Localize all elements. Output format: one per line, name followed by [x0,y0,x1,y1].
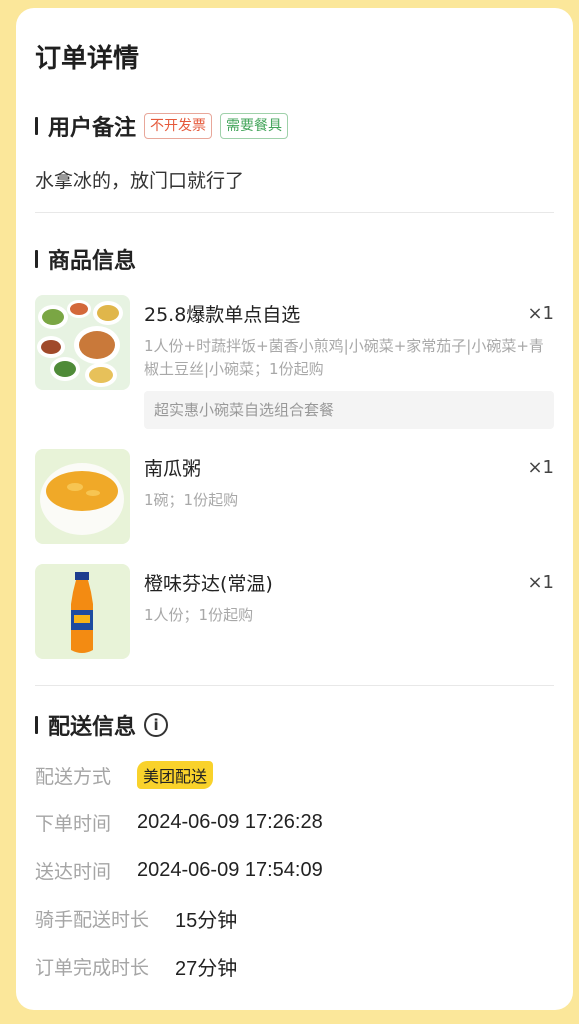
delivery-method-badge: 美团配送 [137,761,214,789]
info-icon[interactable]: i [144,713,169,737]
section-bar [35,716,38,734]
row-value: 2024-06-09 17:54:09 [137,859,323,881]
item-promo: 超实惠小碗菜自选组合套餐 [144,391,554,429]
item-name: 橙味芬达(常温) [144,573,273,595]
divider [35,212,554,213]
item-quantity: ×1 [527,303,554,324]
remarks-title: 用户备注 [48,116,137,141]
row-label: 送达时间 [35,861,112,883]
item-description: 1人份+时蔬拌饭+菌香小煎鸡|小碗菜+家常茄子|小碗菜+青椒土豆丝|小碗菜；1份… [144,337,544,378]
row-value: 2024-06-09 17:26:28 [137,811,323,833]
item-quantity: ×1 [527,572,554,593]
pumpkin-porridge-image [35,449,130,544]
row-label: 订单完成时长 [35,957,150,979]
delivery-title: 配送信息 [48,715,137,740]
dish-image [35,295,130,390]
item-description: 1人份；1份起购 [144,606,254,624]
remarks-section-header: 用户备注 不开发票 需要餐具 [35,110,289,142]
divider [35,685,554,686]
goods-title: 商品信息 [48,249,137,274]
order-detail-card: 订单详情 用户备注 不开发票 需要餐具 水拿冰的，放门口就行了 商品信息 25.… [16,8,573,1010]
order-time-row: 下单时间 2024-06-09 17:26:28 [35,809,323,836]
goods-item[interactable]: 南瓜粥 ×1 1碗；1份起购 [35,449,554,544]
delivered-time-row: 送达时间 2024-06-09 17:54:09 [35,857,323,884]
section-bar [35,117,38,135]
goods-item[interactable]: 25.8爆款单点自选 ×1 1人份+时蔬拌饭+菌香小煎鸡|小碗菜+家常茄子|小碗… [35,295,554,435]
goods-item[interactable]: 橙味芬达(常温) ×1 1人份；1份起购 [35,564,554,659]
item-quantity: ×1 [527,457,554,478]
row-label: 配送方式 [35,765,112,788]
row-label: 下单时间 [35,813,112,835]
row-value: 15分钟 [175,910,238,932]
row-label: 骑手配送时长 [35,909,150,931]
goods-section-header: 商品信息 [35,243,136,275]
delivery-section-header: 配送信息 i [35,709,169,741]
item-description: 1碗；1份起购 [144,491,239,509]
rider-duration-row: 骑手配送时长 15分钟 [35,904,237,933]
fanta-bottle-image [35,564,130,659]
item-name: 南瓜粥 [144,458,202,480]
remark-text: 水拿冰的，放门口就行了 [35,170,245,192]
row-value: 27分钟 [175,958,238,980]
completion-duration-row: 订单完成时长 27分钟 [35,952,237,981]
need-utensils-tag: 需要餐具 [220,113,289,139]
page-title: 订单详情 [35,44,140,74]
no-invoice-tag: 不开发票 [144,113,213,139]
section-bar [35,250,38,268]
delivery-method-row: 配送方式 美团配送 [35,761,214,789]
item-name: 25.8爆款单点自选 [144,304,301,326]
